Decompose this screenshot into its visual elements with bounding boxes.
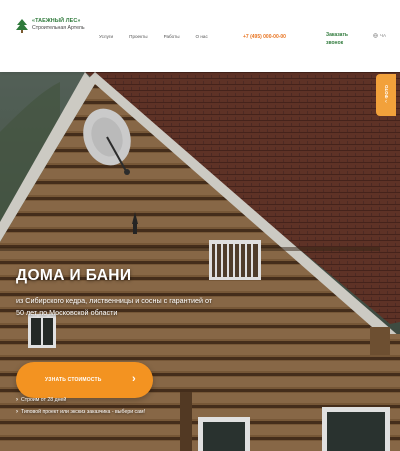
language-switch[interactable]: ЧА <box>373 33 386 38</box>
get-price-button[interactable]: УЗНАТЬ СТОИМОСТЬ › <box>16 362 153 398</box>
logo-subtitle: Строительная Артель <box>32 25 85 31</box>
feature-item: › Строим от 28 дней <box>16 397 66 403</box>
nav-item-projects[interactable]: Проекты <box>129 34 147 40</box>
feature-text: Типовой проект или экскиз заказчика - вы… <box>21 409 146 415</box>
feature-item: › Типовой проект или экскиз заказчика - … <box>16 409 145 415</box>
nav-item-works[interactable]: Работы <box>164 34 180 40</box>
nav-item-about[interactable]: О нас <box>196 34 208 40</box>
photo-tab-label: ФОТО <box>383 85 389 99</box>
phone-link[interactable]: +7 (495) 000-00-00 <box>243 34 286 40</box>
chevron-left-icon: ‹ <box>385 98 387 105</box>
chevron-right-icon: › <box>16 397 18 403</box>
language-label: ЧА <box>380 33 387 38</box>
main-nav: Услуги Проекты Работы О нас <box>99 34 208 40</box>
chevron-right-icon: › <box>16 409 18 415</box>
site-header: «ТАЕЖНЫЙ ЛЕС» Строительная Артель Услуги… <box>0 0 400 72</box>
hero-title: ДОМА И БАНИ <box>16 267 132 284</box>
logo[interactable]: «ТАЕЖНЫЙ ЛЕС» Строительная Артель <box>16 18 85 33</box>
logo-name: «ТАЕЖНЫЙ ЛЕС» <box>32 18 81 24</box>
photo-tab[interactable]: ФОТО ‹ <box>376 74 396 116</box>
nav-item-services[interactable]: Услуги <box>99 34 113 40</box>
hero-subtitle: из Сибирского кедра, лиственницы и сосны… <box>16 296 213 317</box>
globe-icon <box>373 33 378 38</box>
get-price-label: УЗНАТЬ СТОИМОСТЬ <box>45 377 102 383</box>
feature-text: Строим от 28 дней <box>21 397 67 403</box>
chevron-right-icon: › <box>132 373 136 385</box>
callback-link[interactable]: Заказать звонок <box>326 31 366 47</box>
tree-logo-icon <box>16 19 28 33</box>
